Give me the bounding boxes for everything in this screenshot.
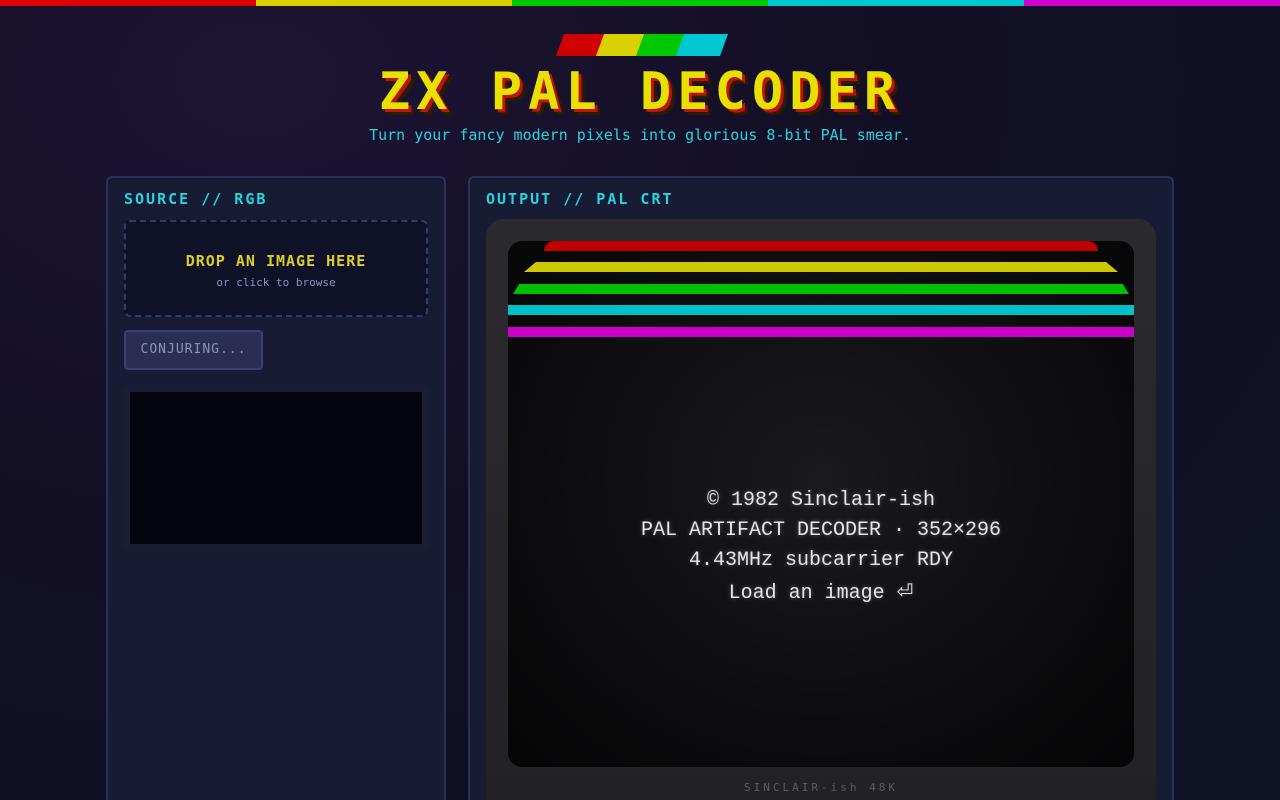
output-panel: OUTPUT // PAL CRT © 1982 Sinclair-ish PA… bbox=[468, 176, 1174, 800]
output-panel-title: OUTPUT // PAL CRT bbox=[486, 190, 674, 208]
convert-button[interactable]: CONJURING... bbox=[124, 330, 263, 370]
crt-line-copyright: © 1982 Sinclair-ish bbox=[706, 489, 936, 512]
crt-line-subcarrier: 4.43MHz subcarrier RDY bbox=[688, 549, 954, 572]
stripe-green bbox=[512, 0, 768, 6]
crt-bar-yellow bbox=[524, 262, 1118, 272]
page-subtitle: Turn your fancy modern pixels into glori… bbox=[369, 126, 911, 144]
rainbow-stripe bbox=[0, 0, 1280, 6]
stripe-magenta bbox=[1024, 0, 1280, 6]
source-panel: SOURCE // RGB DROP AN IMAGE HERE or clic… bbox=[106, 176, 446, 800]
crt-line-decoder: PAL ARTIFACT DECODER · 352×296 bbox=[640, 519, 1002, 542]
spectrum-logo-icon bbox=[555, 34, 729, 56]
source-panel-title: SOURCE // RGB bbox=[124, 190, 268, 208]
crt-bar-green bbox=[513, 284, 1129, 294]
dropzone-title: DROP AN IMAGE HERE bbox=[185, 252, 367, 270]
image-dropzone[interactable]: DROP AN IMAGE HERE or click to browse bbox=[124, 220, 428, 317]
crt-bar-magenta bbox=[508, 327, 1134, 337]
source-preview-canvas bbox=[130, 392, 422, 544]
crt-line-prompt: Load an image ⏎ bbox=[728, 582, 914, 605]
crt-brand-label: SINCLAIR-ish 48K bbox=[744, 781, 898, 794]
source-preview bbox=[124, 386, 428, 550]
crt-bar-cyan bbox=[508, 305, 1134, 315]
stripe-red bbox=[0, 0, 256, 6]
crt-monitor: © 1982 Sinclair-ish PAL ARTIFACT DECODER… bbox=[486, 219, 1156, 800]
page-title: ZX PAL DECODER bbox=[378, 62, 902, 122]
stripe-yellow bbox=[256, 0, 512, 6]
dropzone-subtitle: or click to browse bbox=[216, 276, 336, 289]
crt-bar-red bbox=[544, 241, 1098, 251]
stripe-cyan bbox=[768, 0, 1024, 6]
crt-screen: © 1982 Sinclair-ish PAL ARTIFACT DECODER… bbox=[508, 241, 1134, 767]
